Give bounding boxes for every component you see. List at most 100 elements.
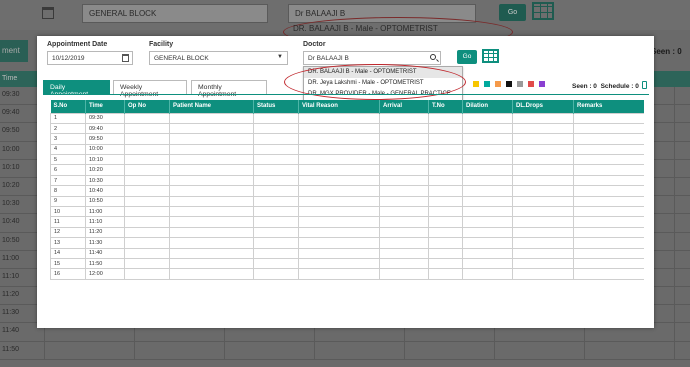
table-cell	[462, 154, 513, 166]
table-cell	[573, 133, 644, 145]
table-cell: 10:10	[85, 154, 125, 166]
table-cell	[298, 164, 380, 176]
table-row[interactable]: 9 10:50	[50, 195, 644, 208]
background-table-row: 11:50	[0, 341, 690, 360]
table-cell	[253, 143, 299, 156]
table-cell	[512, 133, 574, 145]
appointment-date-field[interactable]: 10/12/2019	[47, 51, 133, 65]
facility-select[interactable]: GENERAL BLOCK ▼	[149, 51, 288, 65]
background-time-cell: 09:40	[2, 109, 20, 117]
table-cell	[124, 122, 170, 135]
column-header: T.No	[428, 100, 463, 113]
appointment-modal: Appointment Date 10/12/2019 Facility GEN…	[37, 36, 654, 328]
table-cell	[253, 216, 299, 228]
table-cell	[428, 216, 463, 228]
table-cell	[573, 247, 644, 259]
table-row[interactable]: 10 11:00	[50, 205, 644, 218]
table-cell	[379, 112, 429, 124]
table-cell: 8	[50, 185, 86, 197]
grid-view-icon[interactable]	[482, 49, 499, 63]
table-cell	[512, 112, 574, 124]
status-color-swatch[interactable]	[517, 81, 523, 87]
table-row[interactable]: 12 11:20	[50, 226, 644, 239]
table-cell	[428, 226, 463, 239]
table-cell	[169, 133, 254, 145]
table-row[interactable]: 1 09:30	[50, 112, 644, 124]
table-row[interactable]: 8 10:40	[50, 185, 644, 197]
table-cell	[379, 268, 429, 280]
table-cell	[573, 122, 644, 135]
status-color-swatch[interactable]	[484, 81, 490, 87]
table-row[interactable]: 6 10:20	[50, 164, 644, 176]
background-time-cell: 10:00	[2, 145, 20, 153]
background-time-cell: 09:50	[2, 127, 20, 135]
tab-daily-appointment[interactable]: Daily Appointment	[43, 80, 110, 98]
table-cell	[512, 195, 574, 208]
table-cell	[253, 268, 299, 280]
status-color-swatch[interactable]	[506, 81, 512, 87]
table-cell: 11:00	[85, 205, 125, 218]
table-cell	[573, 216, 644, 228]
table-cell	[379, 216, 429, 228]
table-cell	[512, 154, 574, 166]
table-cell: 10:30	[85, 174, 125, 187]
table-row[interactable]: 4 10:00	[50, 143, 644, 156]
table-cell	[428, 133, 463, 145]
table-row[interactable]: 14 11:40	[50, 247, 644, 259]
table-row[interactable]: 16 12:00	[50, 268, 644, 280]
appointment-date-label: Appointment Date	[47, 41, 108, 48]
table-row[interactable]: 11 11:10	[50, 216, 644, 228]
status-color-swatch[interactable]	[495, 81, 501, 87]
table-cell	[512, 185, 574, 197]
table-cell	[379, 185, 429, 197]
table-cell: 10:50	[85, 195, 125, 208]
table-cell	[573, 226, 644, 239]
table-cell	[253, 112, 299, 124]
table-row[interactable]: 13 11:30	[50, 237, 644, 249]
status-color-swatch[interactable]	[473, 81, 479, 87]
table-cell	[169, 154, 254, 166]
table-cell	[298, 122, 380, 135]
table-header-row: S.No Time Op No Patient Name Status Vital Rea…	[50, 100, 644, 113]
table-cell	[298, 268, 380, 280]
table-cell	[169, 143, 254, 156]
background-time-cell: 10:40	[2, 218, 20, 226]
table-row[interactable]: 2 09:40	[50, 122, 644, 135]
table-cell	[573, 205, 644, 218]
table-cell	[298, 205, 380, 218]
table-cell: 11:50	[85, 257, 125, 270]
table-cell: 12	[50, 226, 86, 239]
table-row[interactable]: 15 11:50	[50, 257, 644, 270]
table-row[interactable]: 3 09:50	[50, 133, 644, 145]
table-cell	[428, 122, 463, 135]
background-go-button: Go	[499, 4, 526, 21]
table-row[interactable]: 7 10:30	[50, 174, 644, 187]
table-cell	[379, 174, 429, 187]
background-time-cell: 10:50	[2, 236, 20, 244]
table-cell	[124, 195, 170, 208]
table-cell	[512, 268, 574, 280]
table-cell: 4	[50, 143, 86, 156]
table-cell	[379, 226, 429, 239]
table-cell	[253, 237, 299, 249]
search-icon[interactable]	[430, 54, 436, 60]
table-cell	[124, 154, 170, 166]
mobile-icon[interactable]	[642, 81, 647, 89]
table-cell: 10	[50, 205, 86, 218]
table-row[interactable]: 5 10:10	[50, 154, 644, 166]
doctor-search-input[interactable]: Dr BALAAJI B	[303, 51, 441, 65]
status-color-swatch[interactable]	[528, 81, 534, 87]
table-cell	[379, 154, 429, 166]
column-header: Op No	[124, 100, 170, 113]
table-cell: 9	[50, 195, 86, 208]
table-cell	[169, 195, 254, 208]
table-cell: 11:20	[85, 226, 125, 239]
tab-weekly-appointment[interactable]: Weekly Appointment	[113, 80, 187, 98]
table-cell	[169, 122, 254, 135]
calendar-icon[interactable]	[122, 54, 129, 62]
status-color-swatch[interactable]	[539, 81, 545, 87]
go-button[interactable]: Go	[457, 50, 477, 64]
tab-monthly-appointment[interactable]: Monthly Appointment	[191, 80, 267, 98]
table-cell	[573, 237, 644, 249]
table-cell	[462, 257, 513, 270]
